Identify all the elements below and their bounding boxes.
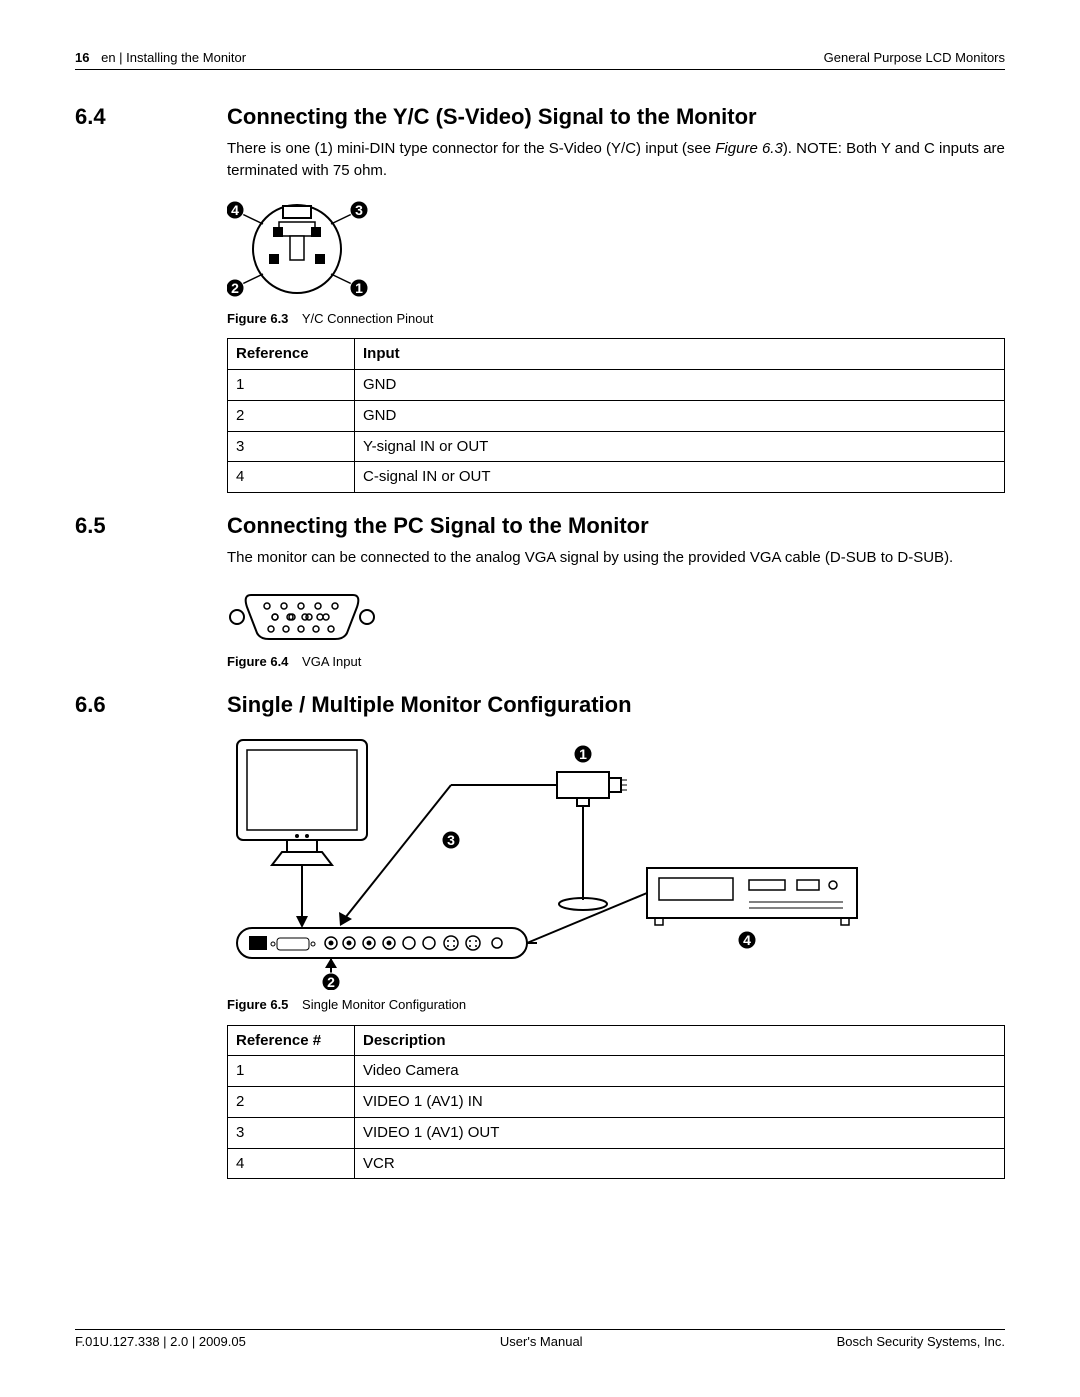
breadcrumb: en | Installing the Monitor [101, 50, 246, 65]
svg-text:2: 2 [327, 974, 335, 990]
config-table: Reference # Description 1Video Camera 2V… [227, 1025, 1005, 1180]
page-footer: F.01U.127.338 | 2.0 | 2009.05 User's Man… [75, 1329, 1005, 1349]
callout-3-icon: 3 [350, 201, 368, 219]
page-header: 16 en | Installing the Monitor General P… [75, 50, 1005, 70]
table-row: 1Video Camera [228, 1056, 1005, 1087]
pinout-table: Reference Input 1GND 2GND 3Y-signal IN o… [227, 338, 1005, 493]
section-number: 6.4 [75, 104, 227, 130]
table-row: 1GND [228, 370, 1005, 401]
table-header: Reference [228, 339, 355, 370]
header-left: 16 en | Installing the Monitor [75, 50, 246, 65]
camera-icon [557, 772, 627, 910]
section-6-4: 6.4 Connecting the Y/C (S-Video) Signal … [75, 104, 1005, 130]
figure-caption: Figure 6.3 Y/C Connection Pinout [227, 310, 1005, 329]
section-title: Single / Multiple Monitor Configuration [227, 692, 632, 718]
page-number: 16 [75, 50, 89, 65]
svg-text:2: 2 [231, 280, 239, 296]
section-6-5: 6.5 Connecting the PC Signal to the Moni… [75, 513, 1005, 539]
svg-text:3: 3 [447, 832, 455, 848]
svg-text:4: 4 [743, 932, 751, 948]
callout-1-icon: 1 [350, 279, 368, 297]
footer-right: Bosch Security Systems, Inc. [837, 1334, 1005, 1349]
svg-text:3: 3 [355, 202, 363, 218]
table-row: 3Y-signal IN or OUT [228, 431, 1005, 462]
table-row: 2GND [228, 400, 1005, 431]
section-number: 6.5 [75, 513, 227, 539]
single-monitor-config-diagram: 1 3 [227, 730, 867, 990]
callout-1-icon: 1 [574, 745, 592, 763]
figure-caption: Figure 6.4 VGA Input [227, 653, 1005, 672]
svg-text:1: 1 [579, 746, 587, 762]
table-header: Reference # [228, 1025, 355, 1056]
body-text: There is one (1) mini-DIN type connector… [227, 138, 1005, 182]
svg-text:4: 4 [231, 202, 239, 218]
mini-din-diagram: 4 3 2 1 [227, 194, 387, 304]
callout-2-icon: 2 [227, 279, 244, 297]
section-title: Connecting the PC Signal to the Monitor [227, 513, 649, 539]
table-row: 4VCR [228, 1148, 1005, 1179]
body-text: The monitor can be connected to the anal… [227, 547, 1005, 569]
table-header: Input [355, 339, 1005, 370]
vcr-icon [647, 868, 857, 925]
section-title: Connecting the Y/C (S-Video) Signal to t… [227, 104, 757, 130]
footer-center: User's Manual [500, 1334, 583, 1349]
section-6-6: 6.6 Single / Multiple Monitor Configurat… [75, 692, 1005, 718]
callout-4-icon: 4 [738, 931, 756, 949]
vga-connector-diagram [227, 587, 377, 647]
callout-2-icon: 2 [322, 973, 340, 990]
callout-4-icon: 4 [227, 201, 244, 219]
table-row: 3VIDEO 1 (AV1) OUT [228, 1117, 1005, 1148]
table-header: Description [355, 1025, 1005, 1056]
callout-3-icon: 3 [442, 831, 460, 849]
svg-text:1: 1 [355, 280, 363, 296]
table-row: 2VIDEO 1 (AV1) IN [228, 1087, 1005, 1118]
section-number: 6.6 [75, 692, 227, 718]
table-row: 4C-signal IN or OUT [228, 462, 1005, 493]
footer-left: F.01U.127.338 | 2.0 | 2009.05 [75, 1334, 246, 1349]
figure-caption: Figure 6.5 Single Monitor Configuration [227, 996, 1005, 1015]
doc-title: General Purpose LCD Monitors [824, 50, 1005, 65]
